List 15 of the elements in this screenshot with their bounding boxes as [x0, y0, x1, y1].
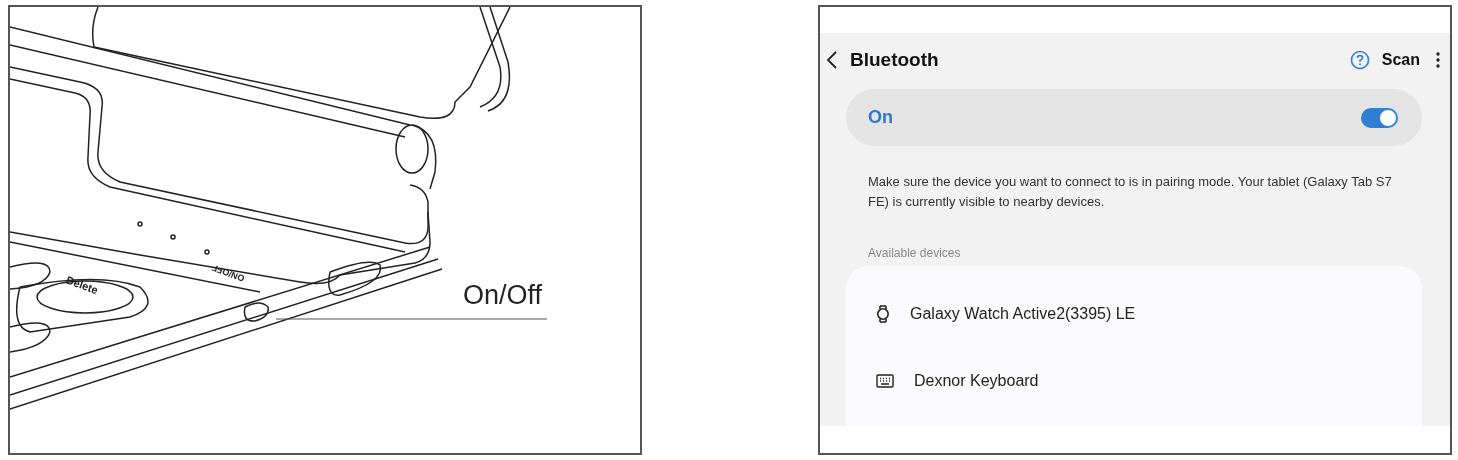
keyboard-icon [876, 373, 894, 388]
watch-icon [876, 304, 890, 323]
screen-title: Bluetooth [850, 49, 940, 71]
section-header: Available devices [868, 246, 962, 260]
bluetooth-switch-row[interactable]: On [846, 89, 1422, 146]
more-icon[interactable] [1436, 52, 1440, 68]
pairing-description: Make sure the device you want to connect to is in pairing mode. Your tablet (Galaxy Tab S7 FE) is currently visible to nearby devices. [868, 173, 1393, 211]
back-icon[interactable] [826, 51, 838, 69]
callout-label: On/Off [463, 280, 543, 311]
device-name[interactable]: Dexnor Keyboard [914, 371, 1039, 390]
help-icon[interactable] [1349, 50, 1370, 70]
scan-button[interactable]: Scan [1381, 51, 1420, 69]
switch-state-label: On [868, 107, 894, 128]
device-name[interactable]: Galaxy Watch Active2(3395) LE [910, 304, 1136, 323]
toggle-switch[interactable] [1361, 107, 1398, 128]
